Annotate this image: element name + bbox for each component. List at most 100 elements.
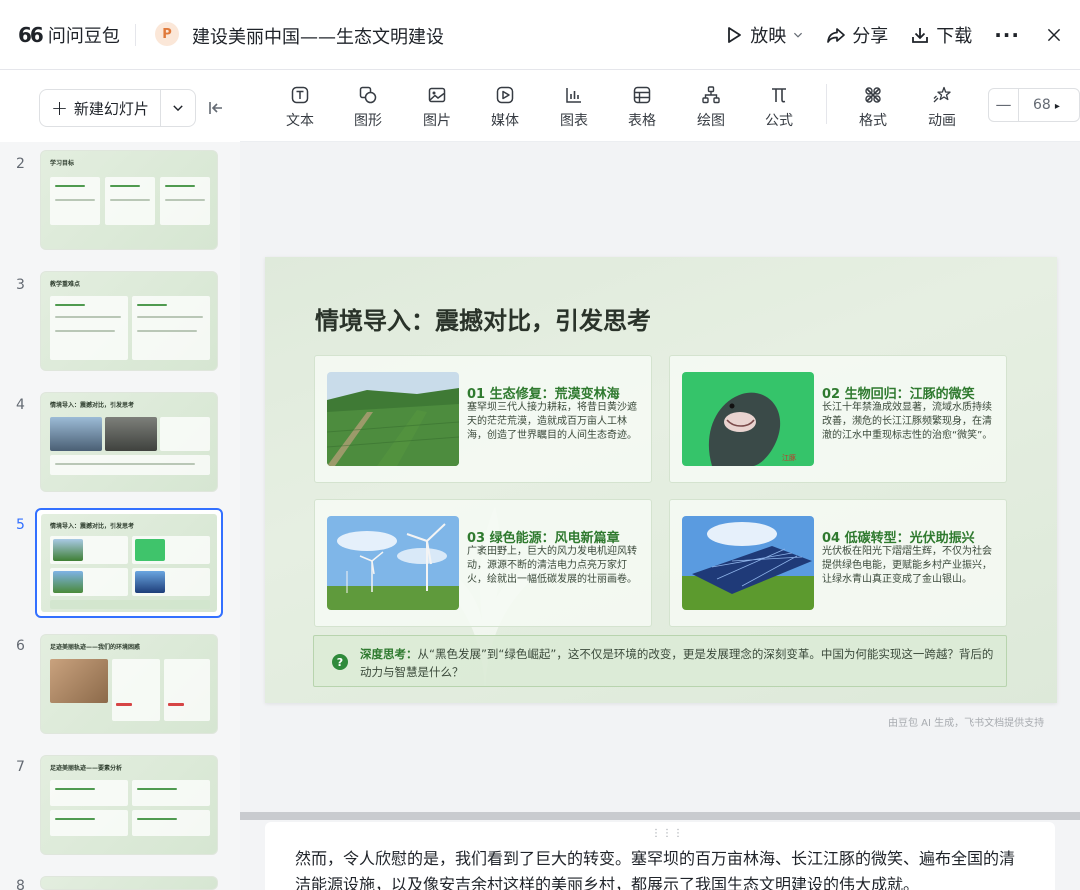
top-actions: 放映 分享 下载 ··· [724,0,1080,70]
content-card[interactable]: 04 低碳转型：光伏助振兴 光伏板在阳光下熠熠生辉，不仅为社会提供绿色电能，更赋… [669,499,1007,627]
current-slide[interactable]: 情境导入：震撼对比，引发思考 01 生态修复：荒漠变林海 塞罕坝三代人接力耕耘，… [265,257,1057,703]
drag-handle-icon[interactable]: ⋮⋮⋮ [651,828,684,839]
thumbnail-image [50,659,108,703]
insert-text-button[interactable]: 文本 [274,84,326,130]
card-body: 长江十年禁渔成效显著，流域水质持续改善，濒危的长江江豚频繁现身，在清澈的江水中重… [822,402,993,441]
download-icon [912,28,929,43]
card-title: 03 绿色能源：风电新篇章 [467,531,620,546]
card-body: 广袤田野上，巨大的风力发电机迎风转动，源源不断的清洁电力点亮万家灯火，绘就出一幅… [467,546,637,585]
download-button[interactable]: 下载 [910,22,972,48]
format-button[interactable]: 格式 [847,84,899,130]
content-card[interactable]: 01 生态修复：荒漠变林海 塞罕坝三代人接力耕耘，将昔日黄沙遮天的茫茫荒漠，造就… [314,355,652,483]
zoom-value-text: 68 [1033,97,1051,113]
deep-thinking-box[interactable]: ? 深度思考：从“黑色发展”到“绿色崛起”，这不仅是环境的改变，更是发展理念的深… [313,635,1007,687]
top-bar: 66 问问豆包 P 建设美丽中国——生态文明建设 放映 分享 下载 ··· [0,0,1080,70]
panel-resize-bar[interactable] [240,812,1080,820]
question-icon: ? [332,654,348,670]
play-button[interactable]: 放映 [724,22,804,48]
brand-label: 问问豆包 [47,26,120,47]
speaker-notes[interactable]: ⋮⋮⋮ 然而，令人欣慰的是，我们看到了巨大的转变。塞罕坝的百万亩林海、长江江豚的… [265,822,1055,890]
animation-button[interactable]: 动画 [916,84,968,130]
zoom-control: — 68 ▸ [988,88,1080,122]
image-icon [428,87,446,103]
insert-formula-button[interactable]: 公式 [753,84,805,130]
slide-thumbnail[interactable] [40,876,218,890]
card-title: 04 低碳转型：光伏助振兴 [822,531,975,546]
brand-button[interactable]: 66 问问豆包 [18,22,120,48]
insert-toolbar: 文本 图形 图片 媒体 图表 表格 绘图 公式 格式 动画 — 68 ▸ [240,70,1080,142]
insert-image-button[interactable]: 图片 [411,84,463,130]
thumbnail-image [50,417,102,451]
thumbnail-line [165,199,205,201]
slide-thumbnail-title: 教学重难点 [50,281,81,288]
zoom-value[interactable]: 68 ▸ [1019,97,1060,113]
slide-thumbnail[interactable]: 学习目标 [40,150,218,250]
slide-thumbnail-title: 足迹美丽轨迹——要素分析 [50,765,123,772]
zoom-out-button[interactable]: — [989,89,1019,121]
thumbnail-line [165,185,195,187]
sidebar-header: + 新建幻灯片 [0,70,240,142]
content-card[interactable]: 江豚 02 生物回归：江豚的微笑 长江十年禁渔成效显著，流域水质持续改善，濒危的… [669,355,1007,483]
share-button[interactable]: 分享 [826,22,888,48]
thumbnail-line [137,304,167,306]
forest-icon [327,372,459,466]
slide-number: 3 [16,277,25,293]
text-icon [291,86,309,104]
insert-shape-button[interactable]: 图形 [342,84,394,130]
thumbnail-image [53,539,83,561]
slide-number: 6 [16,638,25,654]
new-slide-label: 新建幻灯片 [73,99,149,118]
new-slide-dropdown[interactable] [161,101,195,115]
ai-credit: 由豆包 AI 生成，飞书文档提供支持 [888,718,1045,729]
thumbnail-image [53,571,83,593]
insert-table-button[interactable]: 表格 [616,84,668,130]
thumbnail-card [132,810,210,836]
brand-logo-icon: 66 [18,23,44,47]
solar-panel-icon [682,516,814,610]
slide-thumbnail-inner: 情境导入：震撼对比，引发思考 [41,514,217,612]
thumbnail-line [55,463,195,465]
tool-label: 图片 [423,113,451,129]
svg-text:江豚: 江豚 [782,454,796,462]
insert-diagram-button[interactable]: 绘图 [685,84,737,130]
insert-media-button[interactable]: 媒体 [479,84,531,130]
tool-label: 格式 [859,113,887,129]
thumbnail-image [135,571,165,593]
slide-thumbnail[interactable]: 教学重难点 [40,271,218,371]
thumbnail-line [55,818,95,820]
thumbnail-line [55,185,85,187]
slide-title: 情境导入：震撼对比，引发思考 [315,307,651,335]
share-icon [827,28,846,43]
thumbnail-line [110,199,150,201]
download-label: 下载 [936,26,973,47]
thumbnail-line [55,199,95,201]
thumbnail-line [137,330,197,332]
slide-thumbnail-active[interactable]: 情境导入：震撼对比，引发思考 [35,508,223,618]
thumbnail-card [132,780,210,806]
thumbnail-card [160,417,210,451]
slide-number: 5 [16,517,25,533]
tool-label: 绘图 [697,113,725,129]
solar-panel-image [682,516,814,610]
slide-canvas: 情境导入：震撼对比，引发思考 01 生态修复：荒漠变林海 塞罕坝三代人接力耕耘，… [240,142,1080,812]
chevron-down-icon [173,105,183,112]
media-icon [496,86,514,104]
speaker-notes-text[interactable]: 然而，令人欣慰的是，我们看到了巨大的转变。塞罕坝的百万亩林海、长江江豚的微笑、遍… [295,846,1030,890]
insert-chart-button[interactable]: 图表 [548,84,600,130]
format-icon [865,87,881,103]
tool-label: 文本 [286,113,314,129]
more-options-icon[interactable]: ··· [994,23,1020,47]
document-title[interactable]: 建设美丽中国——生态文明建设 [192,23,444,49]
collapse-sidebar-icon[interactable] [208,100,224,116]
thumbnail-image [135,539,165,561]
slide-thumbnail[interactable]: 足迹美丽轨迹——我们的环境困惑 [40,634,218,734]
slide-thumbnail[interactable]: 足迹美丽轨迹——要素分析 [40,755,218,855]
new-slide-button[interactable]: + 新建幻灯片 [40,90,161,126]
animation-icon [933,86,951,103]
close-icon[interactable] [1046,27,1062,43]
content-card[interactable]: 03 绿色能源：风电新篇章 广袤田野上，巨大的风力发电机迎风转动，源源不断的清洁… [314,499,652,627]
card-body: 光伏板在阳光下熠熠生辉，不仅为社会提供绿色电能，更赋能乡村产业振兴，让绿水青山真… [822,546,992,585]
tool-label: 图表 [560,113,588,129]
new-slide-button-group: + 新建幻灯片 [39,89,196,127]
slide-thumbnail[interactable]: 情境导入：震撼对比，引发思考 [40,392,218,492]
